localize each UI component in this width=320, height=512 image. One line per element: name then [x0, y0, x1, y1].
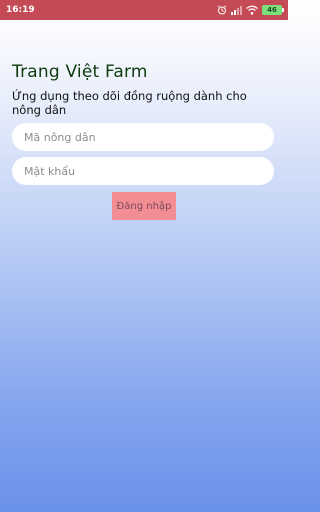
status-icons: 46 [217, 5, 284, 15]
password-input[interactable] [12, 157, 274, 185]
status-bar: 16:19 46 [0, 0, 288, 20]
login-button[interactable]: Đăng nhập [112, 192, 176, 220]
farmer-code-input[interactable] [12, 123, 274, 151]
cell-signal-icon [231, 5, 242, 15]
app-subtitle: Ứng dụng theo dõi đồng ruộng dành cho nô… [12, 89, 247, 117]
app-title: Trang Việt Farm [12, 62, 148, 82]
alarm-icon [217, 5, 227, 15]
wifi-icon [246, 5, 258, 15]
status-time: 16:19 [6, 5, 35, 15]
battery-icon: 46 [262, 5, 284, 15]
